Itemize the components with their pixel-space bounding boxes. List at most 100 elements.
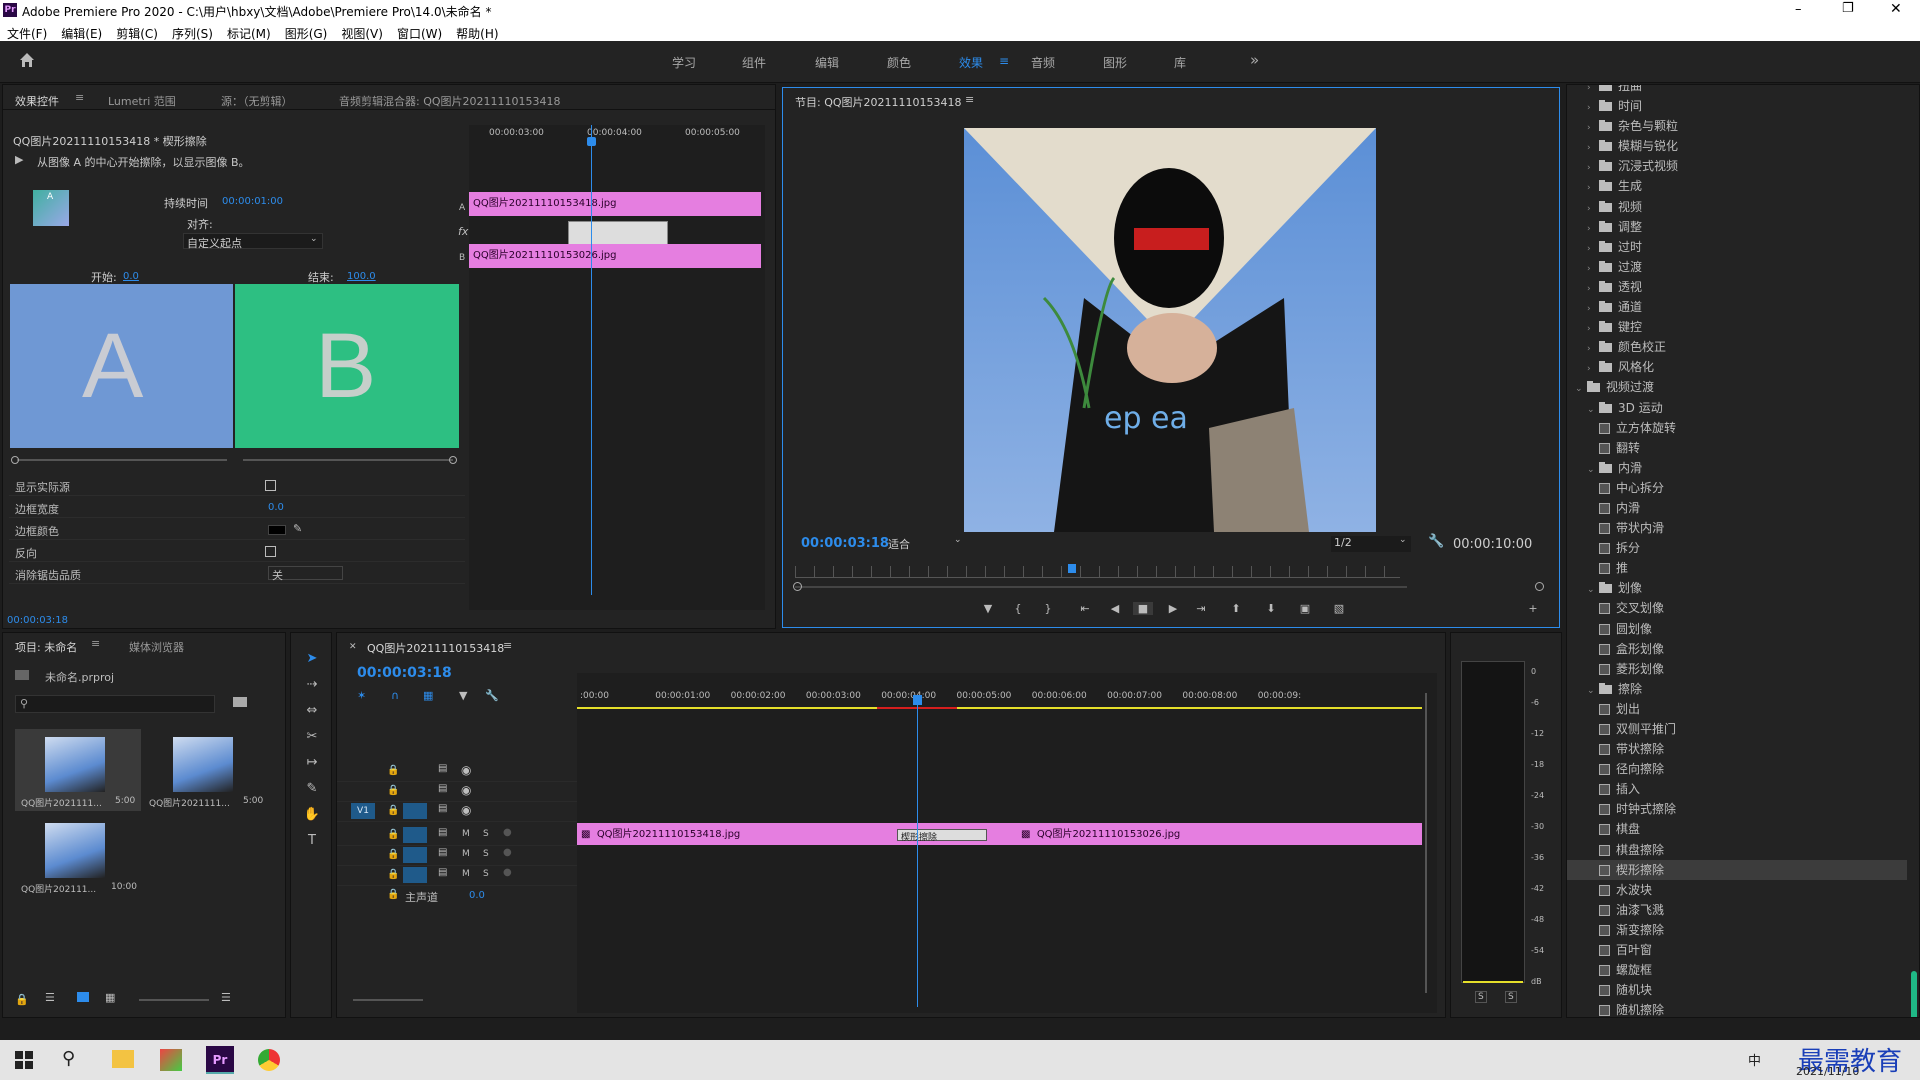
menu-item[interactable]: 标记(M) xyxy=(220,21,278,42)
eye-icon[interactable]: ◉ xyxy=(461,763,471,777)
add-marker-icon[interactable]: ▼ xyxy=(459,689,467,702)
linked-selection-icon[interactable]: ▦ xyxy=(423,689,433,702)
freeform-view-icon[interactable]: ▦ xyxy=(105,991,115,1004)
mute-button[interactable]: M xyxy=(462,869,470,879)
app-icon[interactable] xyxy=(160,1049,182,1071)
mic-icon[interactable]: ● xyxy=(503,827,512,838)
effects-tree-item[interactable]: 渐变擦除 xyxy=(1567,920,1907,940)
razor-tool-icon[interactable]: ✂ xyxy=(301,729,323,744)
eyedropper-icon[interactable]: ✎ xyxy=(293,522,302,535)
effects-tree-item[interactable]: ⌄ 内滑 xyxy=(1567,458,1907,478)
master-lock-icon[interactable]: 🔒 xyxy=(387,889,399,900)
effects-tree-item[interactable]: 立方体旋转 xyxy=(1567,418,1907,438)
effects-tree-item[interactable]: ⌄ 划像 xyxy=(1567,578,1907,598)
mic-icon[interactable]: ● xyxy=(503,867,512,878)
minimize-icon[interactable]: – xyxy=(1795,2,1802,17)
checkbox[interactable] xyxy=(265,480,276,491)
menu-item[interactable]: 序列(S) xyxy=(165,21,220,42)
toggle-sync-icon[interactable]: ▤ xyxy=(438,847,447,858)
effects-tree-item[interactable]: 时钟式擦除 xyxy=(1567,799,1907,819)
clock-date[interactable]: 2021/11/10 xyxy=(1796,1065,1859,1078)
workspace-menu-icon[interactable]: ≡ xyxy=(999,54,1009,68)
workspace-tab[interactable]: 学习 xyxy=(672,54,696,71)
sequence-menu-icon[interactable]: ≡ xyxy=(503,639,512,652)
chevron-icon[interactable]: › xyxy=(1587,178,1599,198)
chevron-icon[interactable]: › xyxy=(1587,279,1599,299)
toggle-sync-icon[interactable]: ▤ xyxy=(438,763,447,774)
program-ruler[interactable] xyxy=(795,566,1400,578)
timeline-timecode[interactable]: 00:00:03:18 xyxy=(357,665,452,681)
home-icon[interactable] xyxy=(18,51,36,69)
chevron-icon[interactable]: › xyxy=(1587,339,1599,359)
align-dropdown[interactable]: 自定义起点 ⌄ xyxy=(183,233,323,250)
step-forward-icon[interactable]: ▶ xyxy=(1163,602,1183,615)
track-name[interactable] xyxy=(403,763,427,779)
chevron-icon[interactable]: › xyxy=(1587,219,1599,239)
snap-icon[interactable]: ∩ xyxy=(391,689,399,702)
solo-button[interactable]: S xyxy=(483,869,489,879)
nest-icon[interactable]: ✶ xyxy=(357,689,366,702)
workspace-tab[interactable]: 编辑 xyxy=(815,54,839,71)
effects-tree-item[interactable]: › 键控 xyxy=(1567,317,1907,337)
ec-tab-menu-icon[interactable]: ≡ xyxy=(75,91,84,104)
close-icon[interactable]: ✕ xyxy=(1890,1,1902,17)
effects-tree-item[interactable]: 棋盘 xyxy=(1567,819,1907,839)
effects-tree-item[interactable]: 翻转 xyxy=(1567,438,1907,458)
solo-button[interactable]: S xyxy=(483,849,489,859)
duration-value[interactable]: 00:00:01:00 xyxy=(222,196,283,207)
effects-tree-item[interactable]: 螺旋框 xyxy=(1567,960,1907,980)
toggle-sync-icon[interactable]: ▤ xyxy=(438,827,447,838)
step-back-icon[interactable]: ◀ xyxy=(1105,602,1125,615)
menu-item[interactable]: 文件(F) xyxy=(0,21,54,42)
mini-playhead[interactable] xyxy=(591,125,592,595)
project-item[interactable]: QQ图片202111... 10:00 xyxy=(15,815,141,897)
project-search-input[interactable]: ⚲ xyxy=(15,695,215,713)
premiere-taskbar-icon[interactable]: Pr xyxy=(206,1046,234,1074)
compare-icon[interactable]: ▧ xyxy=(1329,602,1349,615)
project-item[interactable]: QQ图片2021111... 5:00 xyxy=(143,729,269,811)
toggle-sync-icon[interactable]: ▤ xyxy=(438,783,447,794)
effects-tree-item[interactable]: › 生成 xyxy=(1567,176,1907,196)
workspace-tab[interactable]: 组件 xyxy=(742,54,766,71)
eye-icon[interactable]: ◉ xyxy=(461,803,471,817)
effects-tree-item[interactable]: › 透视 xyxy=(1567,277,1907,297)
effects-tree-item[interactable]: 划出 xyxy=(1567,699,1907,719)
lock-icon[interactable]: 🔒 xyxy=(15,993,29,1006)
mini-clip-b[interactable]: QQ图片20211110153026.jpg xyxy=(469,244,761,268)
chevron-icon[interactable]: › xyxy=(1587,319,1599,339)
track-lock-icon[interactable]: 🔒 xyxy=(387,829,399,840)
track-lock-icon[interactable]: 🔒 xyxy=(387,765,399,776)
mic-icon[interactable]: ● xyxy=(503,847,512,858)
effects-tree-item[interactable]: 推 xyxy=(1567,558,1907,578)
chevron-icon[interactable]: › xyxy=(1587,158,1599,178)
menu-item[interactable]: 帮助(H) xyxy=(449,21,505,42)
chevron-icon[interactable]: › xyxy=(1587,138,1599,158)
selection-tool-icon[interactable]: ➤ xyxy=(301,651,323,666)
effects-tree-item[interactable]: 圆划像 xyxy=(1567,619,1907,639)
export-frame-icon[interactable]: ▣ xyxy=(1295,602,1315,615)
track-lock-icon[interactable]: 🔒 xyxy=(387,785,399,796)
workspace-tab[interactable]: 效果 xyxy=(959,54,983,71)
effects-tree-item[interactable]: 径向擦除 xyxy=(1567,759,1907,779)
track-lock-icon[interactable]: 🔒 xyxy=(387,869,399,880)
track-lock-icon[interactable]: 🔒 xyxy=(387,805,399,816)
end-slider[interactable] xyxy=(243,459,453,461)
mute-button[interactable]: M xyxy=(462,829,470,839)
menu-item[interactable]: 窗口(W) xyxy=(390,21,449,42)
ec-prop-value[interactable]: 0.0 xyxy=(268,502,284,513)
mini-clip-a[interactable]: QQ图片20211110153418.jpg xyxy=(469,192,761,216)
mark-out-icon[interactable]: } xyxy=(1038,602,1058,615)
mark-in-icon[interactable]: { xyxy=(1008,602,1028,615)
stop-icon[interactable]: ■ xyxy=(1133,602,1153,615)
menu-item[interactable]: 图形(G) xyxy=(278,21,335,42)
start-slider[interactable] xyxy=(17,459,227,461)
solo-left-button[interactable]: S xyxy=(1475,991,1487,1003)
list-view-icon[interactable]: ☰ xyxy=(45,991,55,1004)
effects-tree-item[interactable]: › 扭曲 xyxy=(1567,85,1907,96)
chevron-icon[interactable]: › xyxy=(1587,199,1599,219)
menu-item[interactable]: 编辑(E) xyxy=(54,21,109,42)
fit-dropdown[interactable]: 适合 ⌄ xyxy=(888,535,966,552)
work-area-bar[interactable] xyxy=(577,707,1422,709)
menu-item[interactable]: 剪辑(C) xyxy=(109,21,165,42)
toggle-sync-icon[interactable]: ▤ xyxy=(438,803,447,814)
